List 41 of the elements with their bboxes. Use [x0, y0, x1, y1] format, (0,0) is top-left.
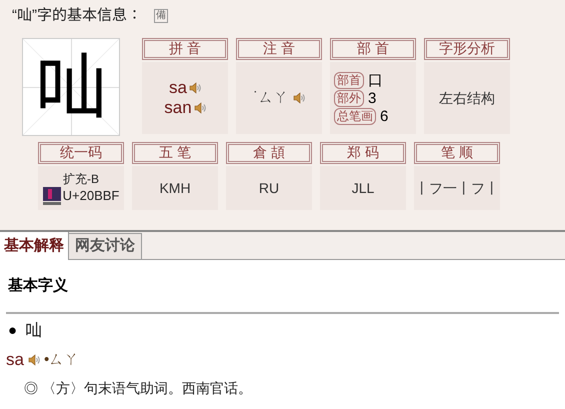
column-header: 拼 音: [142, 38, 228, 60]
field-value: 口: [368, 72, 383, 88]
column-header: 五 笔: [132, 142, 218, 164]
column-header: 郑 码: [320, 142, 406, 164]
extension-label: 扩充-B: [62, 171, 99, 187]
field-label: 总笔画: [334, 108, 376, 124]
bullet: ●: [8, 320, 18, 341]
column-header: 部 首: [330, 38, 416, 60]
tab[interactable]: 基本解释: [0, 232, 69, 260]
cell-value: RU: [258, 178, 280, 198]
column-header: 倉 頡: [226, 142, 312, 164]
cell-value: 左右结构: [439, 88, 495, 108]
pinyin-reading: sa: [169, 78, 187, 98]
speaker-icon[interactable]: [188, 82, 201, 94]
unicode-code: U+20BBF: [62, 188, 120, 204]
cell-value: JLL: [352, 178, 374, 198]
entry-character: 𠮿: [25, 320, 42, 342]
zhuyin-reading: •ㄙㄚ: [44, 350, 80, 370]
tab[interactable]: 网友讨论: [69, 233, 142, 259]
speaker-icon[interactable]: [28, 354, 40, 366]
field-value: 3: [368, 90, 376, 106]
field-label: 部首: [334, 72, 364, 88]
large-character: 𠮿: [35, 51, 107, 123]
zhuyin-reading: ˙ㄙㄚ: [254, 88, 288, 108]
column-header: 笔 顺: [414, 142, 500, 164]
section-heading: 基本字义: [8, 277, 68, 294]
pinyin-reading: san: [164, 98, 192, 118]
column-header: 字形分析: [424, 38, 510, 60]
field-label: 部外: [334, 90, 364, 106]
cell-value: 丨フ一丨フ丨: [415, 178, 499, 198]
page-title: “𠮿”字的基本信息：: [12, 6, 142, 26]
logo-icon[interactable]: [42, 187, 61, 205]
pinyin-reading: sa: [6, 349, 24, 372]
definition-text: ◎ 〈方〉句末语气助词。西南官话。: [23, 379, 253, 398]
speaker-icon[interactable]: [292, 92, 304, 104]
speaker-icon[interactable]: [194, 102, 206, 114]
column-header: 注 音: [236, 38, 322, 60]
field-value: 6: [380, 108, 388, 124]
note-icon[interactable]: 備: [154, 9, 168, 23]
column-header: 统一码: [38, 142, 124, 164]
cell-value: KMH: [159, 178, 191, 198]
